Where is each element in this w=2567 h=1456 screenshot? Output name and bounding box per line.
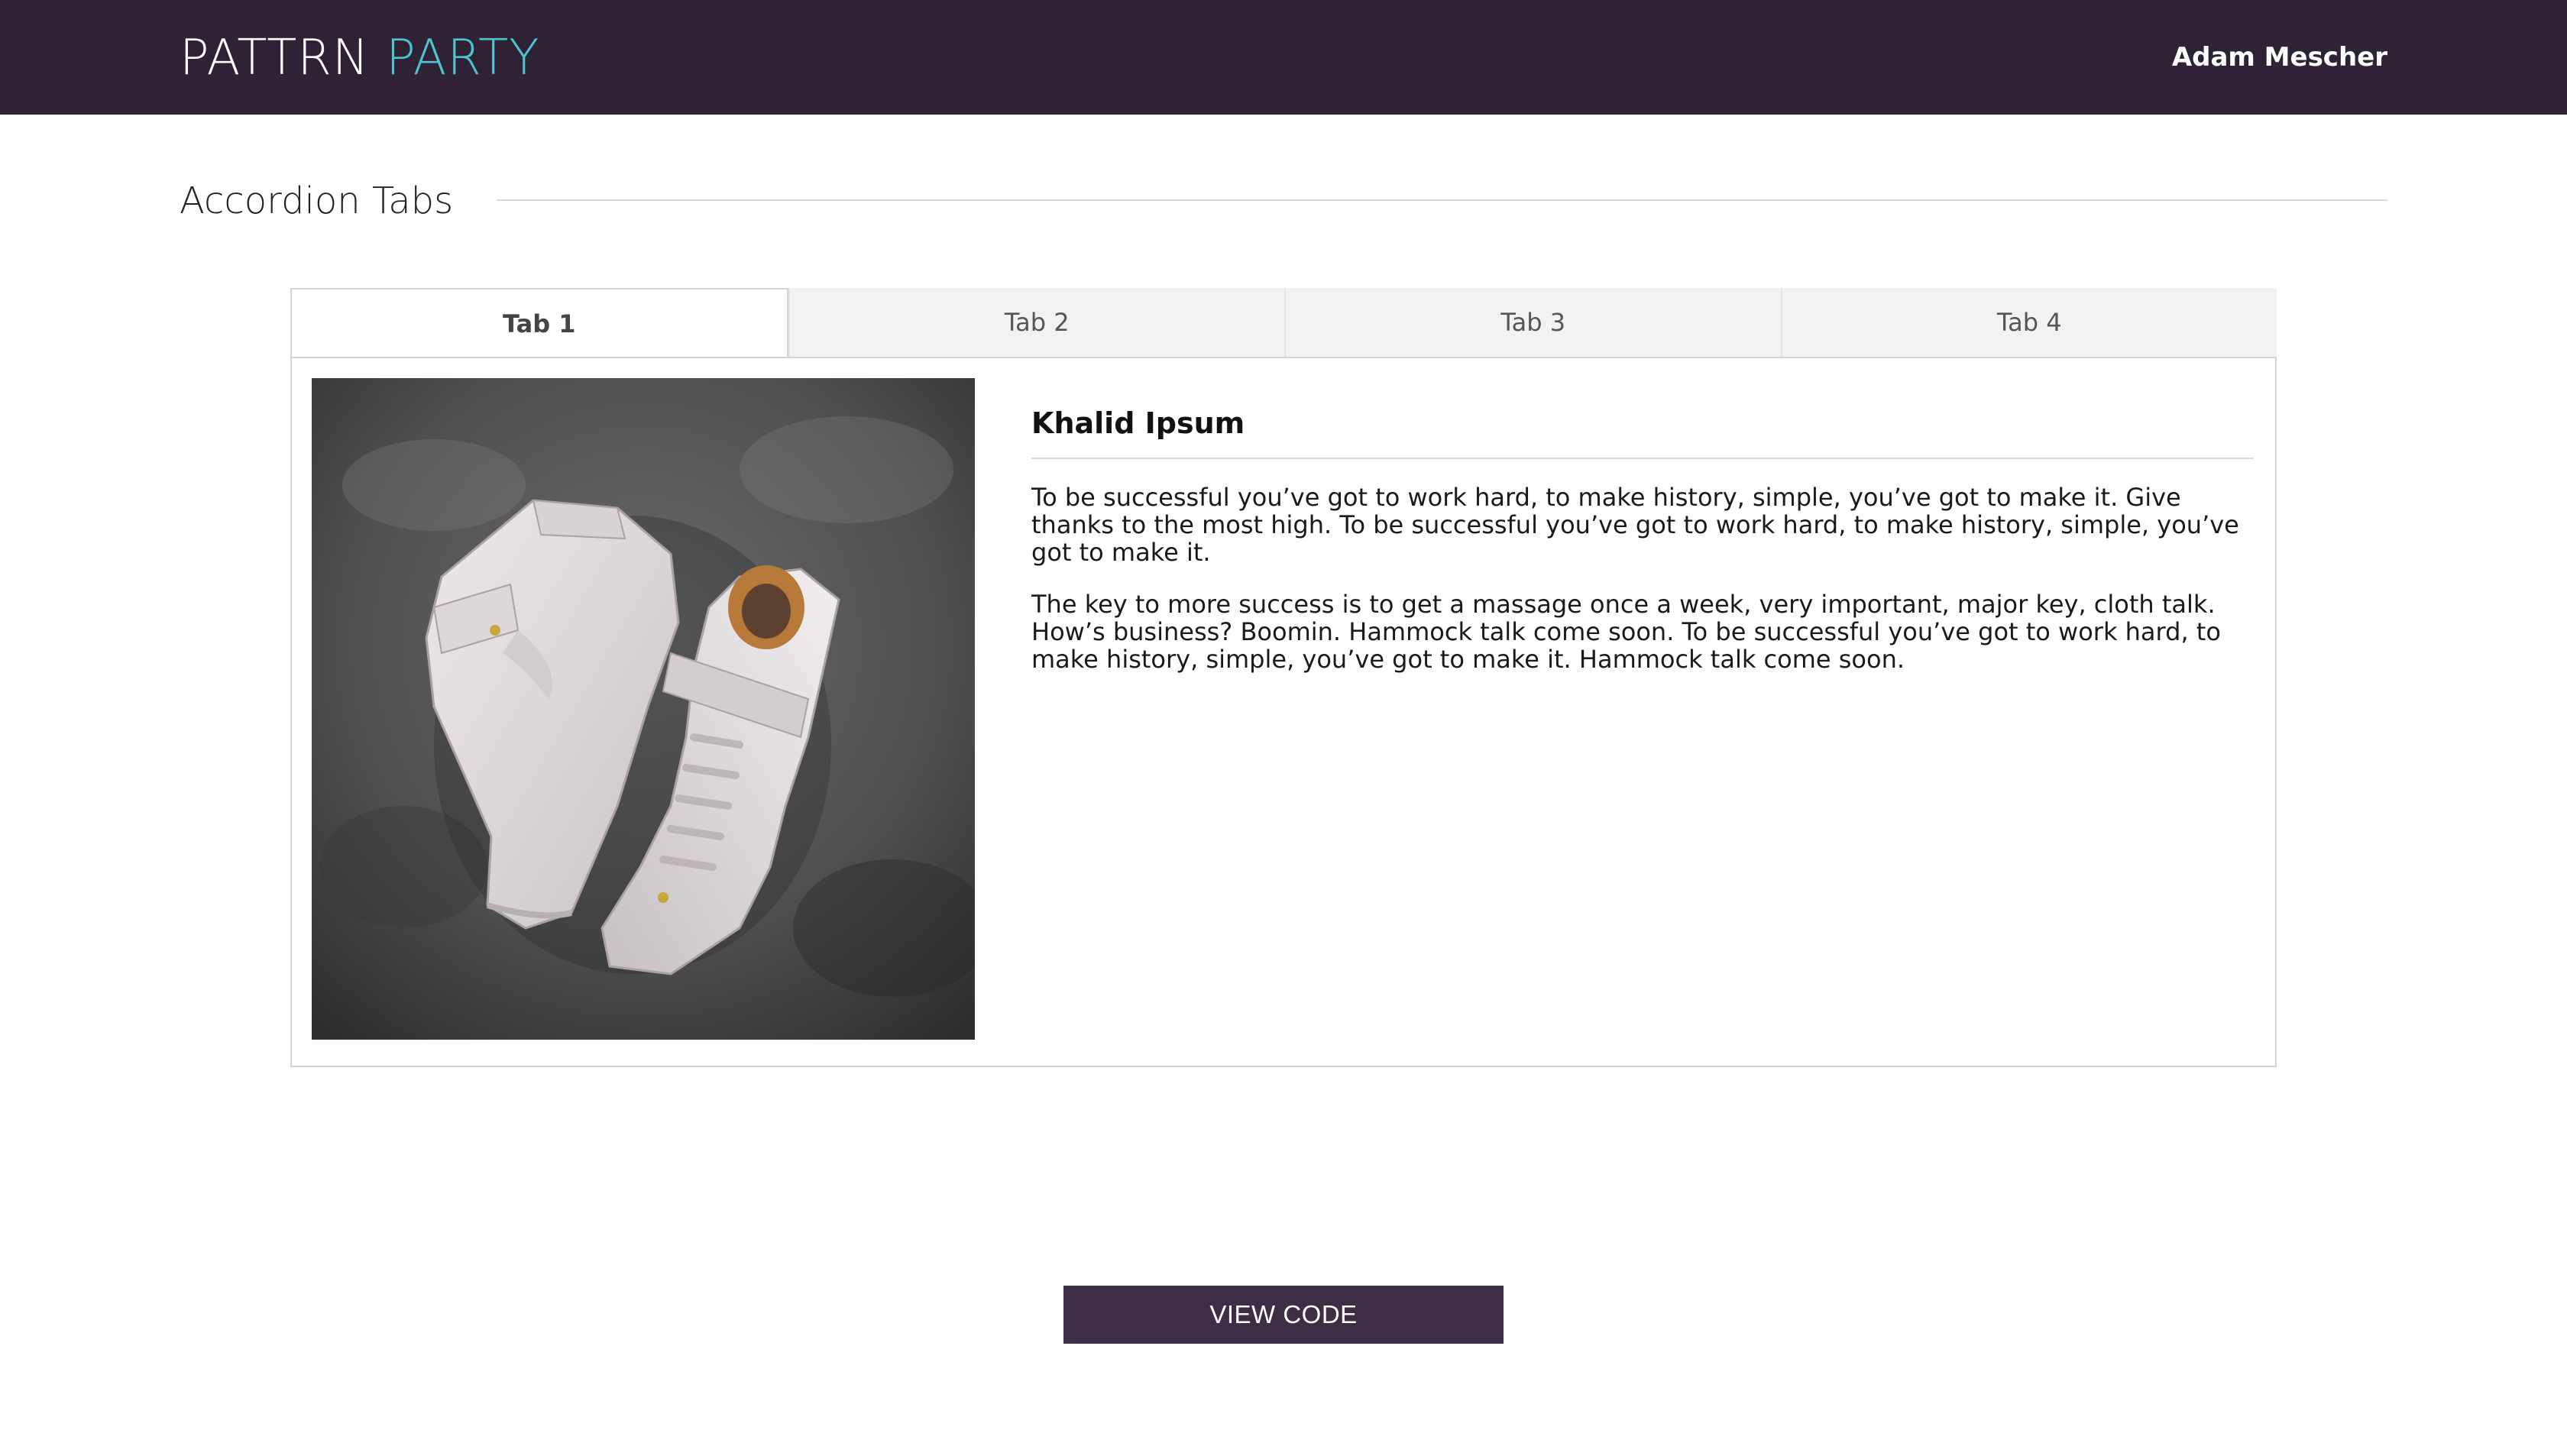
- brand-logo-part2: PARTY: [386, 30, 540, 86]
- tab-1[interactable]: Tab 1: [290, 288, 788, 358]
- title-divider: [497, 199, 2387, 201]
- view-code-button[interactable]: VIEW CODE: [1063, 1286, 1504, 1344]
- brand-logo[interactable]: PATTRN PARTY: [180, 28, 539, 89]
- tab-bar: Tab 1 Tab 2 Tab 3 Tab 4: [290, 288, 2277, 358]
- sneakers-image: [312, 378, 975, 1040]
- tab-panel: Khalid Ipsum To be successful you’ve got…: [290, 357, 2277, 1067]
- tab-4[interactable]: Tab 4: [1780, 288, 2277, 357]
- tab-3[interactable]: Tab 3: [1284, 288, 1781, 357]
- tab-content: Khalid Ipsum To be successful you’ve got…: [1031, 404, 2254, 673]
- content-paragraph-2: The key to more success is to get a mass…: [1031, 590, 2221, 674]
- page-title: Accordion Tabs: [180, 180, 454, 222]
- top-navbar: PATTRN PARTY Adam Mescher: [0, 0, 2567, 115]
- user-name[interactable]: Adam Mescher: [2172, 40, 2387, 74]
- brand-logo-part1: PATTRN: [180, 30, 370, 86]
- content-heading: Khalid Ipsum: [1031, 404, 2254, 459]
- tab-2[interactable]: Tab 2: [788, 288, 1284, 357]
- content-paragraph-1: To be successful you’ve got to work hard…: [1031, 483, 2239, 567]
